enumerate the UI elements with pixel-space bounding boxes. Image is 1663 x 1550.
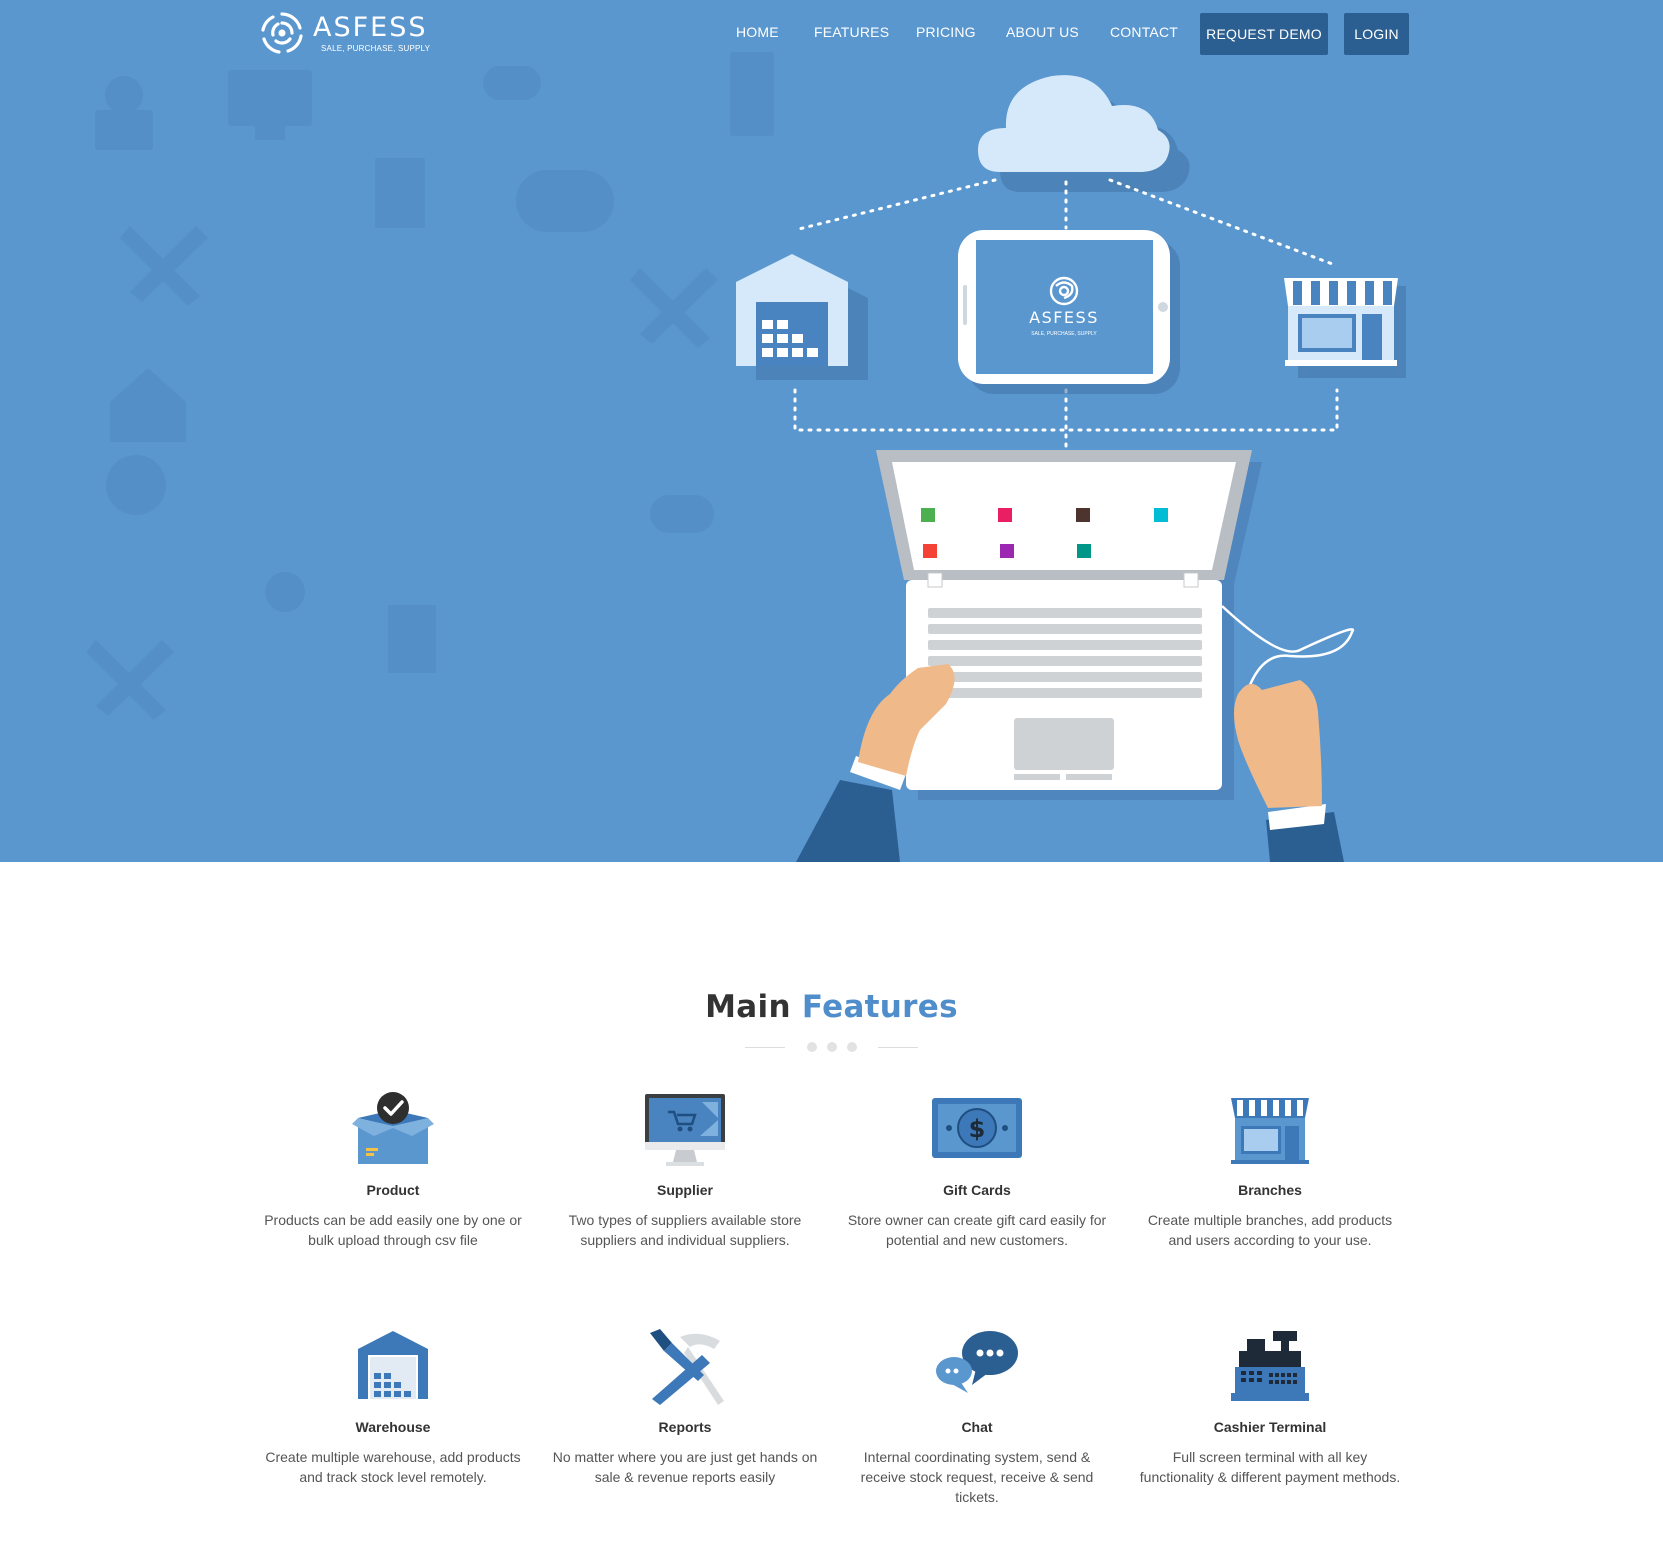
nav-about-us[interactable]: ABOUT US <box>1006 24 1079 40</box>
tablet-brand-tagline: SALE, PURCHASE, SUPPLY <box>1031 331 1097 337</box>
features-heading-main: Main <box>705 989 791 1025</box>
features-heading: Main Features <box>0 989 1663 1025</box>
feature-title: Cashier Terminal <box>1213 1419 1327 1435</box>
cloud-icon <box>978 75 1190 192</box>
brand-tagline: SALE, PURCHASE, SUPPLY <box>321 43 431 53</box>
logo-swirl-icon <box>261 12 303 54</box>
reports-tools-icon <box>650 1329 724 1405</box>
feature-chat: Chat Internal coordinating system, send … <box>837 1329 1117 1505</box>
feature-warehouse: Warehouse Create multiple warehouse, add… <box>253 1329 533 1485</box>
brand-logo[interactable]: ASFESS SALE, PURCHASE, SUPPLY <box>259 10 430 56</box>
features-section: Main Features Product Products can be ad… <box>0 862 1663 1550</box>
feature-description: Internal coordinating system, send & rec… <box>860 1449 1094 1505</box>
request-demo-button[interactable]: REQUEST DEMO <box>1200 13 1328 55</box>
brand-name: ASFESS <box>313 11 428 43</box>
login-button[interactable]: LOGIN <box>1344 13 1409 55</box>
feature-title: Branches <box>1238 1182 1302 1198</box>
feature-title: Product <box>366 1182 420 1198</box>
feature-branches: Branches Create multiple branches, add p… <box>1130 1092 1410 1248</box>
tablet-brand-name: ASFESS <box>1029 308 1099 327</box>
feature-supplier: Supplier Two types of suppliers availabl… <box>545 1092 825 1248</box>
feature-reports: Reports No matter where you are just get… <box>545 1329 825 1485</box>
feature-description: Create multiple warehouse, add products … <box>265 1449 521 1485</box>
warehouse-building-icon <box>736 254 868 380</box>
feature-title: Reports <box>658 1419 712 1435</box>
feature-description: Products can be add easily one by one or… <box>264 1212 522 1248</box>
landing-page: ASFESS SALE, PURCHASE, SUPPLY HOME FEATU… <box>0 0 1663 1550</box>
gift-card-icon: $ <box>932 1098 1022 1158</box>
nav-pricing[interactable]: PRICING <box>916 24 976 40</box>
feature-description: Store owner can create gift card easily … <box>847 1212 1107 1248</box>
supplier-monitor-icon <box>645 1094 725 1166</box>
features-heading-accent: Features <box>801 989 958 1025</box>
nav-home[interactable]: HOME <box>736 24 779 40</box>
nav-contact[interactable]: CONTACT <box>1110 24 1178 40</box>
feature-title: Supplier <box>656 1182 713 1198</box>
feature-description: No matter where you are just get hands o… <box>552 1449 818 1485</box>
feature-description: Create multiple branches, add products a… <box>1147 1212 1393 1248</box>
feature-product: Product Products can be add easily one b… <box>253 1092 533 1248</box>
feature-title: Gift Cards <box>943 1182 1011 1198</box>
chat-bubbles-icon <box>936 1331 1018 1393</box>
feature-title: Chat <box>961 1419 993 1435</box>
hero-illustration <box>736 75 1406 862</box>
svg-text:$: $ <box>969 1115 986 1143</box>
hero-section: ASFESS SALE, PURCHASE, SUPPLY HOME FEATU… <box>0 0 1663 862</box>
feature-title: Warehouse <box>355 1419 431 1435</box>
feature-gift-cards: $ Gift Cards Store owner can create gift… <box>837 1092 1117 1248</box>
product-box-icon <box>352 1092 434 1164</box>
feature-cashier-terminal: Cashier Terminal Full screen terminal wi… <box>1130 1329 1410 1485</box>
nav-features[interactable]: FEATURES <box>814 24 889 40</box>
branch-store-icon <box>1231 1098 1309 1164</box>
section-divider <box>745 1040 918 1054</box>
warehouse-icon <box>358 1331 428 1399</box>
cash-register-icon <box>1231 1331 1309 1401</box>
store-building-icon <box>1284 278 1406 378</box>
feature-description: Two types of suppliers available store s… <box>568 1212 802 1248</box>
feature-description: Full screen terminal with all key functi… <box>1139 1449 1401 1485</box>
navbar: ASFESS SALE, PURCHASE, SUPPLY HOME FEATU… <box>0 0 1663 70</box>
